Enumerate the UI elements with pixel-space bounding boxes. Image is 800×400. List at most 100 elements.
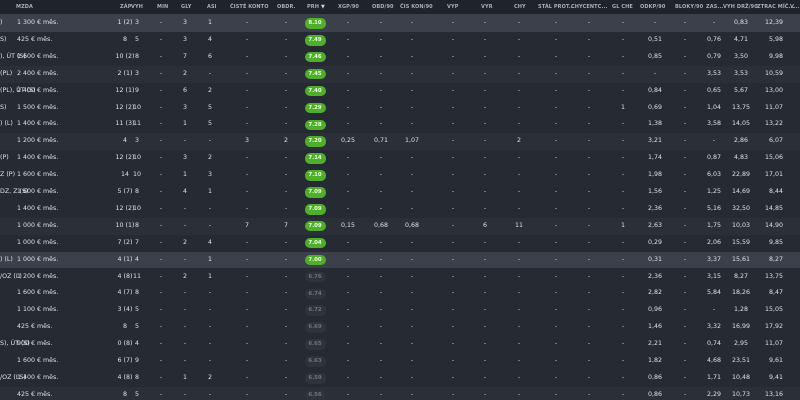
cell-chy: - <box>517 340 521 348</box>
sort-desc-icon[interactable]: ▼ <box>321 4 325 10</box>
cell-bloky: - <box>683 154 687 162</box>
cell-vyp: - <box>451 137 455 145</box>
rating-badge: 7.09 <box>304 187 326 198</box>
cell-stalprot: - <box>554 289 558 297</box>
col-header-vyp[interactable]: VYP <box>447 0 458 14</box>
col-header-glche[interactable]: GL CHE <box>612 0 633 14</box>
cell-glche: - <box>621 289 625 297</box>
table-row[interactable]: ) 1 300 € měs. 1 (2) 3-3 1- - - - - - - - - - - - - -0,83… <box>0 15 800 32</box>
col-header-prh[interactable]: PRH ▼ <box>307 0 325 14</box>
cell-chy: - <box>517 188 521 195</box>
col-header-obd90[interactable]: OBD/90 <box>372 0 394 14</box>
table-row[interactable]: Z (P) 1 600 € měs. 14 10-1 3- - - - - - - - - - -1,98-… <box>0 167 800 184</box>
table-row[interactable]: (PL), ÚT (S) 2 400 € měs. 12 (1) 9-6 2- - - - - -… <box>0 83 800 100</box>
col-header-ciskon[interactable]: ČIS KON/90 <box>400 0 433 14</box>
cell-stalprot: - <box>554 238 558 246</box>
table-row[interactable]: S) 1 500 € měs. 12 (2) 10-3 5- - - - - - - - - -1 0,69… <box>0 100 800 117</box>
cell-glche: - <box>621 137 625 145</box>
col-header-chycentr[interactable]: CHYCENTC... <box>571 0 607 14</box>
col-header-gly[interactable]: GLY <box>181 0 191 14</box>
rating-badge: 7.09 <box>304 220 326 232</box>
cell-zas: 0,76 <box>706 35 722 43</box>
cell-chy: - <box>517 19 521 26</box>
col-header-xgp[interactable]: XGP/90 <box>338 0 359 14</box>
cell-vyr: - <box>483 238 487 246</box>
table-header: MZDA ZÁP VYH MIN GLY ASI ČISTÉ KONTO OBDR. PRH ▼ X… <box>0 0 800 15</box>
cell-vyr: - <box>483 204 487 212</box>
cell-stalprot: - <box>554 306 558 314</box>
table-row[interactable]: DZ, Z (S) 1 600 € měs. 5 (7) 8-4 1- - - - - - - - - -… <box>0 184 800 201</box>
col-header-ztrac[interactable]: ZTRAC MÍČ... <box>757 0 795 14</box>
table-row[interactable]: S) 425 € měs. 8 5-3 4- - - - - - - - - - -0,51-0,76 4,7… <box>0 32 800 49</box>
cell-ztrac: 14,85 <box>764 204 783 212</box>
col-header-zap[interactable]: ZÁP <box>120 0 131 14</box>
col-header-stalprot[interactable]: STÁL PROT... <box>538 0 575 14</box>
table-row[interactable]: S), ÚT (S) 900 € měs. 0 (8) 4- - - - - - - - - - - - - -… <box>0 336 800 353</box>
cell-ciskon: - <box>410 289 414 297</box>
col-header-vyr[interactable]: VYR <box>481 0 493 14</box>
col-header-mzda[interactable]: MZDA <box>16 0 33 14</box>
table-row[interactable]: (PL) 2 400 € měs. 2 (1) 3-2- - - - - - - - - - - - - -3,… <box>0 65 800 83</box>
cell-chycentr: - <box>587 221 591 229</box>
cell-salary: 900 € měs. <box>17 340 53 348</box>
cell-obdr: - <box>284 35 288 43</box>
table-row[interactable]: (P) 1 400 € měs. 12 (2) 10-3 2- - - - - - - - - - -1,7… <box>0 150 800 167</box>
cell-zas: 1,75 <box>706 221 722 229</box>
table-row[interactable]: 425 € měs. 8 5- - - - - - - - - - - - - -0,86-2,29 10,73… <box>0 386 800 400</box>
table-row[interactable]: 1 100 € měs. 3 (4) 5- - - - - - - - - - - - - -0,96- -1,… <box>0 302 800 319</box>
cell-xgp: - <box>346 188 350 195</box>
table-row[interactable]: ), ÚT (S) 1 600 € měs. 10 (2) 8-7 6- - - - - - - - -… <box>0 49 800 66</box>
cell-obd90: - <box>379 86 383 94</box>
cell-chy: - <box>517 69 521 77</box>
cell-chy: - <box>517 373 521 381</box>
col-header-chy[interactable]: CHY <box>514 0 526 14</box>
cell-vyp: - <box>451 188 455 195</box>
table-row[interactable]: /OZ (LS) 1 400 € měs. 4 (8) 8-1 2- - - - - - - - - - -… <box>0 370 800 387</box>
table-row[interactable]: 1 600 € měs. 6 (7) 9- - - - - - - - - - - - - -1,82-4,6… <box>0 353 800 370</box>
col-header-odkp[interactable]: ODKP/90 <box>640 0 665 14</box>
cell-ztrac: 15,05 <box>764 306 783 314</box>
col-header-vyh[interactable]: VYH <box>131 0 143 14</box>
cell-bloky: - <box>683 69 687 77</box>
col-header-vyhdz[interactable]: VYH DRŽ/90 <box>723 0 758 14</box>
table-row[interactable]: 1 200 € měs. 4 3- - -3 2 0,25 0,71 1,07- -2- - -3,2… <box>0 133 800 151</box>
col-header-label: MIN <box>157 4 169 10</box>
cell-asi: - <box>208 323 212 331</box>
cell-stalprot: - <box>554 154 558 162</box>
col-header-cisteKonto[interactable]: ČISTÉ KONTO <box>230 0 269 14</box>
col-header-v[interactable]: V... <box>790 0 799 14</box>
cell-vyp: - <box>451 52 455 60</box>
cell-glche: 1 <box>620 103 625 111</box>
col-header-zas[interactable]: ZAS... <box>706 0 723 14</box>
cell-chy: - <box>517 103 521 111</box>
col-header-bloky[interactable]: BLOKY/90 <box>675 0 703 14</box>
cell-bloky: - <box>683 137 687 145</box>
cell-chycentr: - <box>587 35 591 43</box>
col-header-obdr[interactable]: OBDR. <box>277 0 296 14</box>
table-row[interactable]: 425 € měs. 8 5- - - - - - - - - - - - - -1,46-3,32 16,99… <box>0 319 800 336</box>
cell-vyp: - <box>451 19 455 26</box>
table-row[interactable]: 1 000 € měs. 7 (2) 7-2 4- - - - - - - - - - -0,29-2,0… <box>0 235 800 252</box>
cell-stalprot: - <box>554 52 558 60</box>
table-row[interactable]: ) (L) 1 400 € měs. 11 (3) 11-1 5- - - - - - - - - - -1… <box>0 116 800 133</box>
col-header-min[interactable]: MIN <box>157 0 168 14</box>
cell-obdr: - <box>284 340 288 348</box>
cell-obdr: - <box>284 103 288 111</box>
table-row[interactable]: 1 600 € měs. 4 (7) 8- - - - - - - - - - - - - -2,82-5,8… <box>0 285 800 302</box>
col-header-asi[interactable]: ASI <box>207 0 217 14</box>
col-header-label: XGP/90 <box>338 4 360 10</box>
table-row[interactable]: 1 000 € měs. 10 (1) 8- - -7 7 0,15 0,68 0,68-6 11… <box>0 217 800 235</box>
cell-ciskon: - <box>410 238 414 246</box>
cell-vyp: - <box>451 357 455 364</box>
cell-ciskon: - <box>410 323 414 331</box>
table-row[interactable]: ) (L) 1 000 € měs. 4 (1) 4- -1- - - - - - - - - - -0,3… <box>0 251 800 269</box>
rating-badge: 6.76 <box>304 271 326 283</box>
col-header-label: ODKP/90 <box>640 4 666 10</box>
cell-bloky: - <box>683 255 687 263</box>
cell-xgp: - <box>346 289 350 297</box>
table-row[interactable]: 1 400 € měs. 12 (2) 10- - - - - - - - - - - - - -2,36-5… <box>0 201 800 218</box>
cell-chy: - <box>517 289 521 297</box>
cell-cisteKonto: - <box>245 103 249 111</box>
table-row[interactable]: /OZ (L) 1 200 € měs. 4 (8) 11-2 1- - - - - - - - - - -… <box>0 269 800 286</box>
cell-odkp: 1,46 <box>647 323 663 331</box>
